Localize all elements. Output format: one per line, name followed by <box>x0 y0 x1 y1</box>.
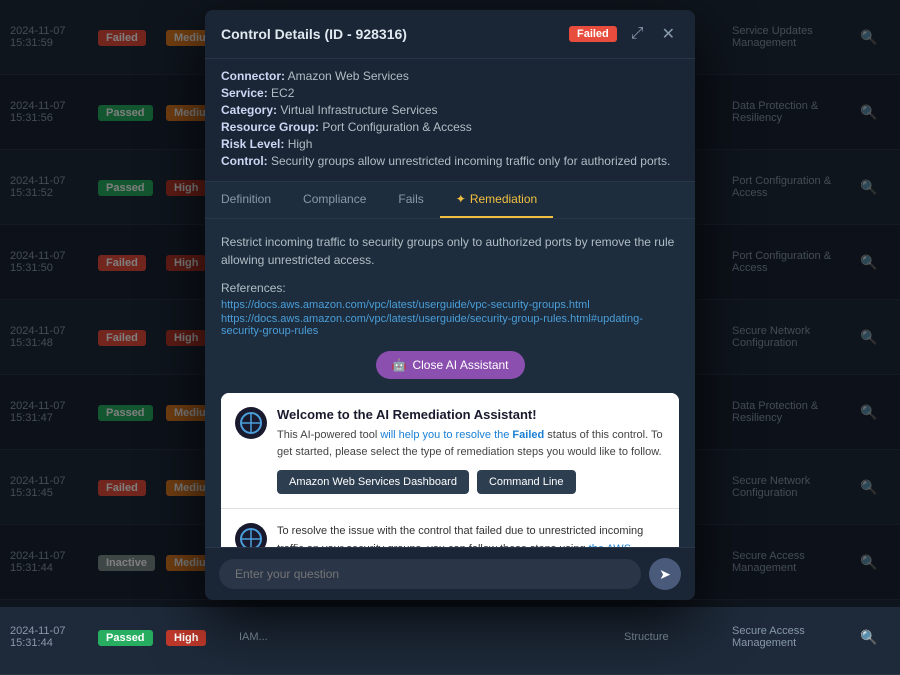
cell-desc: IAM... <box>239 631 616 643</box>
tab-fails[interactable]: Fails <box>382 182 439 218</box>
resource-group-field: Resource Group: Port Configuration & Acc… <box>221 120 679 134</box>
cell-search[interactable]: 🔍 <box>860 629 890 646</box>
connector-field: Connector: Amazon Web Services <box>221 69 679 83</box>
modal-status-badge: Failed <box>569 26 617 42</box>
tab-compliance[interactable]: Compliance <box>287 182 382 218</box>
send-icon: ➤ <box>659 566 671 583</box>
modal-tabs: Definition Compliance Fails ✦ Remediatio… <box>205 182 695 219</box>
status-badge: Passed <box>98 630 153 646</box>
aws-dashboard-button[interactable]: Amazon Web Services Dashboard <box>277 470 469 494</box>
category-field: Category: Virtual Infrastructure Service… <box>221 103 679 117</box>
ai-welcome-title: Welcome to the AI Remediation Assistant! <box>277 407 665 422</box>
close-button[interactable]: ✕ <box>658 22 679 46</box>
remediation-description: Restrict incoming traffic to security gr… <box>221 233 679 269</box>
modal-body: Restrict incoming traffic to security gr… <box>205 219 695 547</box>
search-icon: 🔍 <box>860 629 877 645</box>
ai-response-text: To resolve the issue with the control th… <box>277 523 665 547</box>
ai-logo-icon <box>235 407 267 439</box>
command-line-button[interactable]: Command Line <box>477 470 576 494</box>
modal-input-bar: ➤ <box>205 547 695 600</box>
control-details-modal: Control Details (ID - 928316) Failed ⤢ ✕… <box>205 10 695 600</box>
highlight-text: will help you to resolve the Failed <box>380 429 544 441</box>
modal-header: Control Details (ID - 928316) Failed ⤢ ✕ <box>205 10 695 59</box>
cell-status: Passed <box>98 629 158 646</box>
close-ai-assistant-button[interactable]: 🤖 Close AI Assistant <box>376 351 525 379</box>
risk-level-field: Risk Level: High <box>221 137 679 151</box>
ai-button-row: Amazon Web Services Dashboard Command Li… <box>277 470 665 494</box>
ai-response-logo-icon <box>235 523 267 547</box>
resize-button[interactable]: ⤢ <box>627 23 648 45</box>
ai-chat-area: Welcome to the AI Remediation Assistant!… <box>221 393 679 547</box>
ai-response-content: To resolve the issue with the control th… <box>277 523 665 547</box>
cell-severity: High <box>166 629 231 646</box>
table-row: 2024-11-0715:31:44 Passed High IAM... St… <box>0 600 900 675</box>
robot-icon: 🤖 <box>392 358 407 372</box>
cell-date: 2024-11-0715:31:44 <box>10 625 90 649</box>
modal-title: Control Details (ID - 928316) <box>221 26 559 42</box>
references-label: References: <box>221 281 679 295</box>
send-button[interactable]: ➤ <box>649 558 681 590</box>
tab-definition[interactable]: Definition <box>205 182 287 218</box>
tab-remediation[interactable]: ✦ Remediation <box>440 182 553 218</box>
modal-meta: Connector: Amazon Web Services Service: … <box>205 59 695 182</box>
question-input[interactable] <box>219 559 641 589</box>
modal-overlay: Control Details (ID - 928316) Failed ⤢ ✕… <box>0 0 900 607</box>
service-field: Service: EC2 <box>221 86 679 100</box>
cell-category: Secure AccessManagement <box>732 625 852 649</box>
severity-badge: High <box>166 630 206 646</box>
ai-welcome-text: This AI-powered tool will help you to re… <box>277 427 665 460</box>
references-section: References: https://docs.aws.amazon.com/… <box>221 281 679 337</box>
star-icon: ✦ <box>456 192 466 206</box>
control-desc-field: Control: Security groups allow unrestric… <box>221 154 679 168</box>
ai-response-box: To resolve the issue with the control th… <box>221 509 679 547</box>
cell-structure: Structure <box>624 631 724 643</box>
ai-welcome-content: Welcome to the AI Remediation Assistant!… <box>277 407 665 494</box>
reference-link-1[interactable]: https://docs.aws.amazon.com/vpc/latest/u… <box>221 299 679 311</box>
ai-welcome-box: Welcome to the AI Remediation Assistant!… <box>221 393 679 509</box>
reference-link-2[interactable]: https://docs.aws.amazon.com/vpc/latest/u… <box>221 313 679 337</box>
